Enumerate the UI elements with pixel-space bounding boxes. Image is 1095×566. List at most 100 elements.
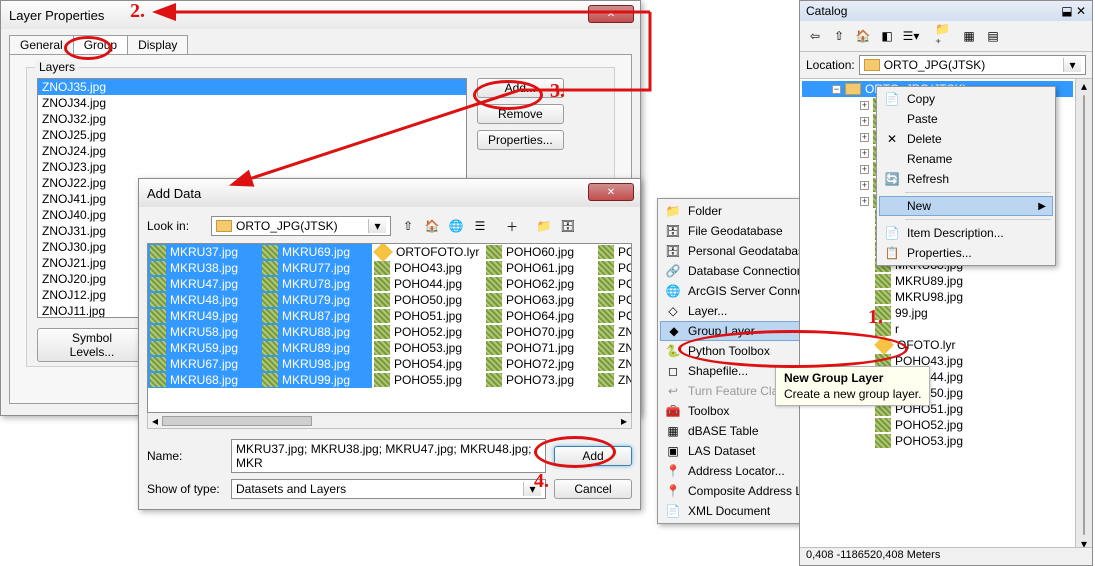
- home-icon[interactable]: 🏠: [852, 25, 874, 47]
- ctx-item-paste[interactable]: Paste: [879, 109, 1053, 129]
- chevron-down-icon[interactable]: ▾: [523, 482, 541, 496]
- file-item[interactable]: POHO72.jpg: [484, 356, 596, 372]
- new-folder-icon[interactable]: 📁: [533, 215, 555, 237]
- layer-list-item[interactable]: ZNOJ35.jpg: [38, 79, 466, 95]
- file-item[interactable]: ORTOFOTO.lyr: [372, 244, 484, 260]
- file-browser-grid[interactable]: MKRU37.jpgMKRU38.jpgMKRU47.jpgMKRU48.jpg…: [147, 243, 632, 413]
- file-item[interactable]: POHO43.jpg: [372, 260, 484, 276]
- up-icon[interactable]: ⇧: [828, 25, 850, 47]
- new-gdb-icon[interactable]: 🗄: [557, 215, 579, 237]
- expander-icon[interactable]: +: [860, 197, 869, 206]
- file-item[interactable]: MKRU99.jpg: [260, 372, 372, 388]
- symbol-levels-button[interactable]: Symbol Levels...: [37, 328, 147, 362]
- file-item[interactable]: MKRU78.jpg: [260, 276, 372, 292]
- layer-properties-titlebar[interactable]: Layer Properties ✕: [1, 1, 640, 29]
- vscrollbar[interactable]: ▴▾: [1075, 79, 1092, 551]
- pane-controls[interactable]: ⬓ ✕: [1061, 4, 1086, 18]
- file-item[interactable]: POHO70.jpg: [484, 324, 596, 340]
- home-icon[interactable]: 🏠: [421, 215, 443, 237]
- file-item[interactable]: POH: [596, 308, 632, 324]
- file-item[interactable]: MKRU89.jpg: [260, 340, 372, 356]
- expander-icon[interactable]: +: [860, 101, 869, 110]
- up-folder-icon[interactable]: ⇧: [397, 215, 419, 237]
- tab-display[interactable]: Display: [127, 35, 188, 54]
- file-item[interactable]: POHO60.jpg: [484, 244, 596, 260]
- file-item[interactable]: POHO55.jpg: [372, 372, 484, 388]
- view1-icon[interactable]: ▦: [958, 25, 980, 47]
- layer-list-item[interactable]: ZNOJ34.jpg: [38, 95, 466, 111]
- tab-group[interactable]: Group: [73, 35, 128, 54]
- file-item[interactable]: ZN: [596, 356, 632, 372]
- add-data-titlebar[interactable]: Add Data ✕: [139, 179, 640, 207]
- ctx-item-copy[interactable]: 📄Copy: [879, 89, 1053, 109]
- expander-icon[interactable]: −: [832, 85, 841, 94]
- chevron-down-icon[interactable]: ▾: [368, 219, 386, 233]
- ctx-item-refresh[interactable]: 🔄Refresh: [879, 169, 1053, 189]
- name-field[interactable]: MKRU37.jpg; MKRU38.jpg; MKRU47.jpg; MKRU…: [231, 439, 546, 473]
- hscrollbar[interactable]: ◂ ▸: [147, 413, 632, 429]
- file-item[interactable]: POH: [596, 260, 632, 276]
- chevron-down-icon[interactable]: ▾: [1063, 58, 1081, 72]
- ctx-item-delete[interactable]: ✕Delete: [879, 129, 1053, 149]
- layer-list-item[interactable]: ZNOJ25.jpg: [38, 127, 466, 143]
- file-item[interactable]: POHO51.jpg: [372, 308, 484, 324]
- file-item[interactable]: POHO63.jpg: [484, 292, 596, 308]
- back-icon[interactable]: ⇦: [804, 25, 826, 47]
- tree-item[interactable]: MKRU89.jpg: [802, 273, 1073, 289]
- file-item[interactable]: MKRU59.jpg: [148, 340, 260, 356]
- ctx-item-new[interactable]: New▶: [879, 196, 1053, 216]
- expander-icon[interactable]: +: [860, 181, 869, 190]
- file-item[interactable]: ZN: [596, 372, 632, 388]
- ctx-item-properties-[interactable]: 📋Properties...: [879, 243, 1053, 263]
- file-item[interactable]: POH: [596, 292, 632, 308]
- close-icon[interactable]: ✕: [588, 183, 634, 201]
- tree-item[interactable]: 99.jpg: [802, 305, 1073, 321]
- showtype-combo[interactable]: Datasets and Layers ▾: [231, 479, 546, 499]
- file-item[interactable]: POHO71.jpg: [484, 340, 596, 356]
- tree-item[interactable]: OFOTO.lyr: [802, 337, 1073, 353]
- file-item[interactable]: POH: [596, 276, 632, 292]
- file-item[interactable]: POHO44.jpg: [372, 276, 484, 292]
- location-combo[interactable]: ORTO_JPG(JTSK) ▾: [859, 55, 1086, 75]
- file-item[interactable]: MKRU47.jpg: [148, 276, 260, 292]
- connect-folder-icon[interactable]: 📁⁺: [934, 25, 956, 47]
- ctx-item-item-description-[interactable]: 📄Item Description...: [879, 223, 1053, 243]
- file-item[interactable]: MKRU48.jpg: [148, 292, 260, 308]
- file-item[interactable]: MKRU67.jpg: [148, 356, 260, 372]
- tab-general[interactable]: General: [9, 35, 74, 54]
- file-item[interactable]: POHO50.jpg: [372, 292, 484, 308]
- file-item[interactable]: MKRU58.jpg: [148, 324, 260, 340]
- toggle-icon[interactable]: ◧: [876, 25, 898, 47]
- file-item[interactable]: ZN: [596, 340, 632, 356]
- expander-icon[interactable]: +: [860, 133, 869, 142]
- list-icon[interactable]: ☰▾: [900, 25, 922, 47]
- view2-icon[interactable]: ▤: [982, 25, 1004, 47]
- file-item[interactable]: POHO62.jpg: [484, 276, 596, 292]
- file-item[interactable]: MKRU98.jpg: [260, 356, 372, 372]
- layer-list-item[interactable]: ZNOJ24.jpg: [38, 143, 466, 159]
- lookin-combo[interactable]: ORTO_JPG(JTSK) ▾: [211, 216, 391, 236]
- ctx-item-rename[interactable]: Rename: [879, 149, 1053, 169]
- file-item[interactable]: MKRU77.jpg: [260, 260, 372, 276]
- properties-button[interactable]: Properties...: [477, 130, 564, 150]
- tree-item[interactable]: MKRU98.jpg: [802, 289, 1073, 305]
- catalog-titlebar[interactable]: Catalog ⬓ ✕: [800, 1, 1092, 21]
- file-item[interactable]: MKRU49.jpg: [148, 308, 260, 324]
- list-icon[interactable]: ☰: [469, 215, 491, 237]
- add-conn-icon[interactable]: ＋: [501, 215, 523, 237]
- cancel-button[interactable]: Cancel: [554, 479, 632, 499]
- connect-icon[interactable]: 🌐: [445, 215, 467, 237]
- remove-button[interactable]: Remove: [477, 104, 564, 124]
- file-item[interactable]: MKRU87.jpg: [260, 308, 372, 324]
- layer-list-item[interactable]: ZNOJ23.jpg: [38, 159, 466, 175]
- file-item[interactable]: MKRU37.jpg: [148, 244, 260, 260]
- file-item[interactable]: MKRU88.jpg: [260, 324, 372, 340]
- file-item[interactable]: POHO64.jpg: [484, 308, 596, 324]
- tree-item[interactable]: POHO53.jpg: [802, 433, 1073, 449]
- file-item[interactable]: MKRU38.jpg: [148, 260, 260, 276]
- file-item[interactable]: ZN: [596, 324, 632, 340]
- expander-icon[interactable]: +: [860, 149, 869, 158]
- file-item[interactable]: POHO61.jpg: [484, 260, 596, 276]
- layer-list-item[interactable]: ZNOJ32.jpg: [38, 111, 466, 127]
- expander-icon[interactable]: +: [860, 165, 869, 174]
